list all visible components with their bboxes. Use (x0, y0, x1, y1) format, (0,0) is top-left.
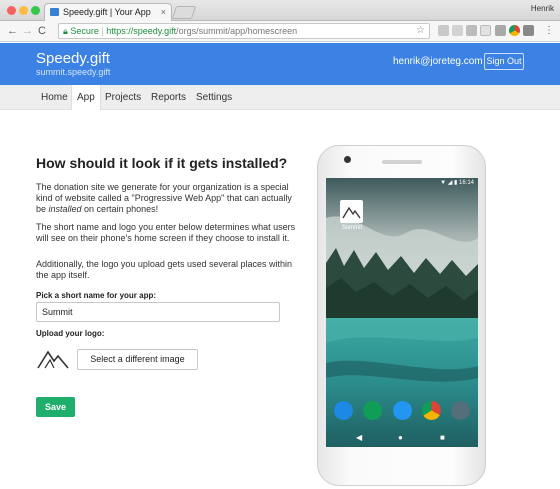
logo-upload-label: Upload your logo: (36, 329, 105, 338)
tab-settings[interactable]: Settings (191, 85, 237, 110)
tab-home[interactable]: Home (36, 85, 73, 110)
chrome-extension-icon[interactable] (509, 25, 520, 36)
extension-square-icon[interactable] (480, 25, 491, 36)
chrome-app-icon[interactable] (422, 401, 441, 420)
short-name-input[interactable] (36, 302, 280, 322)
short-name-label: Pick a short name for your app: (36, 291, 157, 300)
address-bar[interactable]: 🔒︎ Secure | https://speedy.gift/orgs/sum… (58, 23, 430, 39)
forward-arrow-icon[interactable]: → (22, 24, 33, 38)
intro-paragraph: The donation site we generate for your o… (36, 182, 296, 215)
lock-icon: 🔒︎ (63, 26, 68, 36)
zoom-window-button[interactable] (31, 6, 40, 15)
new-tab-button[interactable] (171, 6, 197, 19)
tab-title: Speedy.gift | Your App (63, 7, 151, 17)
extension-refresh-icon[interactable] (452, 25, 463, 36)
close-window-button[interactable] (7, 6, 16, 15)
app-home-icon[interactable] (340, 200, 363, 223)
speedy-gift-favicon-icon (50, 8, 59, 16)
extension-dark-icon[interactable] (523, 25, 534, 36)
phone-status-bar: ▼ ◢ ▮ 16:14 (326, 178, 478, 188)
profile-name[interactable]: Henrik (531, 4, 554, 13)
intro-text-emphasis: installed (48, 204, 82, 214)
phone-clock: 16:14 (458, 180, 474, 186)
browser-toolbar: ← → C 🔒︎ Secure | https://speedy.gift/or… (0, 21, 560, 42)
tab-close-icon[interactable]: × (161, 4, 166, 21)
browser-tab[interactable]: Speedy.gift | Your App × (44, 3, 172, 21)
page-title: How should it look if it gets installed? (36, 155, 288, 171)
select-image-button[interactable]: Select a different image (77, 349, 198, 370)
back-nav-icon[interactable]: ◀ (356, 433, 362, 442)
recent-apps-icon[interactable]: ■ (440, 433, 445, 442)
extension-camera-icon[interactable] (495, 25, 506, 36)
url-host: https://speedy.gift (106, 26, 177, 36)
save-button[interactable]: Save (36, 397, 75, 417)
hangouts-app-icon[interactable] (363, 401, 382, 420)
phone-nav-bar: ◀ ● ■ (326, 430, 478, 447)
org-subdomain[interactable]: summit.speedy.gift (36, 67, 110, 77)
signal-icon: ▼ ◢ ▮ (440, 180, 459, 186)
sign-out-button[interactable]: Sign Out (484, 53, 524, 70)
phone-camera (344, 156, 351, 163)
extension-settings-icon[interactable] (438, 25, 449, 36)
mountain-app-icon (342, 206, 361, 219)
phone-preview: ▼ ◢ ▮ 16:14 Summit ◀ ● ■ (317, 145, 486, 486)
url-path: /orgs/summit/app/homescreen (176, 26, 298, 36)
tab-app[interactable]: App (71, 85, 101, 110)
secure-label: Secure (70, 26, 99, 36)
browser-tabbar: Speedy.gift | Your App × Henrik (0, 0, 560, 21)
phone-earpiece (382, 160, 422, 164)
brand-title[interactable]: Speedy.gift (36, 50, 110, 67)
extension-grey-icon[interactable] (466, 25, 477, 36)
minimize-window-button[interactable] (19, 6, 28, 15)
phone-screen: ▼ ◢ ▮ 16:14 Summit ◀ ● ■ (326, 178, 478, 447)
user-email: henrik@joreteg.com (393, 56, 483, 67)
intro-text-end: on certain phones! (81, 204, 159, 214)
tab-reports[interactable]: Reports (146, 85, 191, 110)
logo-explanation: Additionally, the logo you upload gets u… (36, 259, 292, 280)
reload-icon[interactable]: C (38, 24, 46, 38)
app-home-label: Summit (341, 225, 363, 231)
main-nav: Home App Projects Reports Settings (0, 85, 560, 110)
back-arrow-icon[interactable]: ← (7, 24, 18, 38)
menu-dots-icon[interactable]: ⋮ (544, 24, 554, 38)
bookmark-star-icon[interactable]: ☆ (416, 24, 425, 38)
camera-app-icon[interactable] (451, 401, 470, 420)
app-header: Speedy.gift summit.speedy.gift henrik@jo… (0, 43, 560, 85)
home-nav-icon[interactable]: ● (398, 433, 403, 442)
tab-projects[interactable]: Projects (100, 85, 146, 110)
mountain-logo-icon (37, 350, 69, 369)
short-name-explanation: The short name and logo you enter below … (36, 222, 296, 243)
phone-app-icon[interactable] (393, 401, 412, 420)
inbox-app-icon[interactable] (334, 401, 353, 420)
